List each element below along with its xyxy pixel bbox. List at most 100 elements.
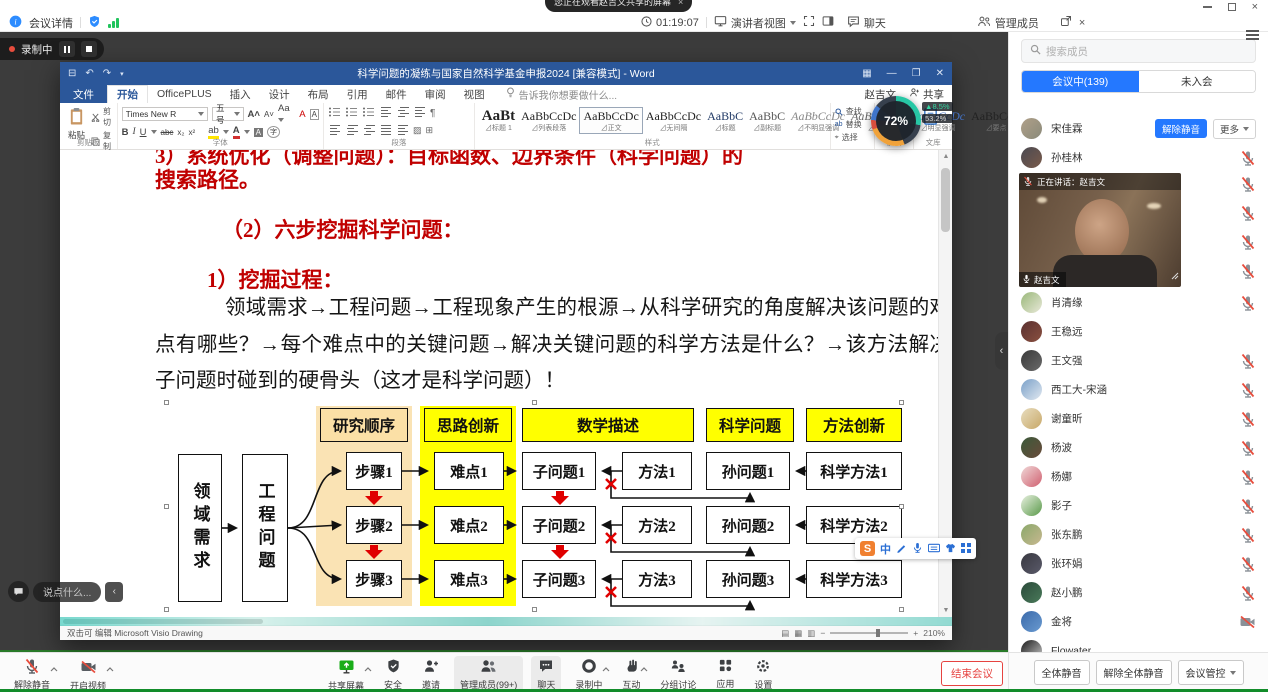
mic-muted-icon[interactable] <box>1240 585 1256 601</box>
style-正文[interactable]: AaBbCcDc⊿正文 <box>579 107 642 134</box>
tell-me-box[interactable]: 告诉我你想要做什么... <box>506 87 617 102</box>
qat-dropdown-icon[interactable]: ▾ <box>120 70 124 78</box>
subscript-button[interactable]: x₂ <box>177 128 184 137</box>
mic-muted-icon[interactable] <box>1240 556 1256 572</box>
read-mode-icon[interactable]: ▤ <box>781 628 789 639</box>
toolbox-icon[interactable] <box>961 540 971 558</box>
member-row[interactable]: 金将 <box>1009 607 1268 636</box>
redo-icon[interactable]: ↷ <box>103 68 111 79</box>
selection-handle[interactable] <box>164 400 169 405</box>
toolbar-breakout-button[interactable]: 分组讨论 <box>654 656 702 692</box>
shrink-font-button[interactable]: A˅ <box>264 110 274 119</box>
member-row[interactable]: 孙桂林 <box>1009 143 1268 172</box>
cut-button[interactable]: 剪切 <box>91 106 113 128</box>
zoom-out-button[interactable]: − <box>820 628 825 638</box>
style-列表段落[interactable]: AaBbCcDc⊿列表段落 <box>518 108 579 133</box>
ribbon-options-icon[interactable]: ▦ <box>862 68 871 79</box>
zoom-in-button[interactable]: + <box>913 628 918 638</box>
mic-muted-icon[interactable] <box>1240 353 1256 369</box>
superscript-button[interactable]: x² <box>189 128 196 137</box>
replace-button[interactable]: ab替换 <box>835 119 862 130</box>
scroll-up-icon[interactable]: ▲ <box>939 150 952 163</box>
selection-handle[interactable] <box>532 400 537 405</box>
align-right-icon[interactable] <box>362 124 375 138</box>
visio-diagram[interactable]: 研究顺序思路创新数学描述科学问题方法创新领域需求工程问题步骤1难点1子问题1方法… <box>164 400 904 612</box>
member-row[interactable]: 杨娜 <box>1009 462 1268 491</box>
member-search-input[interactable]: 搜索成员 <box>1021 39 1256 63</box>
end-meeting-button[interactable]: 结束会议 <box>941 661 1003 686</box>
sort-icon[interactable] <box>413 106 426 120</box>
toolbar-apps-button[interactable]: 应用 <box>710 656 740 692</box>
select-button[interactable]: ⌖选择 <box>835 132 862 143</box>
caret-up-icon[interactable] <box>602 664 610 674</box>
member-row[interactable]: 谢童昕 <box>1009 404 1268 433</box>
member-row[interactable]: 杨波 <box>1009 433 1268 462</box>
grow-font-button[interactable]: A˄ <box>248 109 260 120</box>
shading-icon[interactable]: ▨ <box>413 125 422 136</box>
line-spacing-icon[interactable] <box>396 124 409 138</box>
toolbar-shield-button[interactable]: 安全 <box>378 656 408 692</box>
word-tab-插入[interactable]: 插入 <box>221 85 260 103</box>
caret-up-icon[interactable] <box>106 664 114 674</box>
stop-recording-button[interactable] <box>81 41 97 57</box>
member-row[interactable]: Flowater <box>1009 636 1268 652</box>
word-tab-邮件[interactable]: 邮件 <box>377 85 416 103</box>
print-layout-icon[interactable]: ▦ <box>794 628 802 639</box>
member-row-hovered[interactable]: 宋佳霖解除静音更多 <box>1009 114 1268 143</box>
word-tab-审阅[interactable]: 审阅 <box>416 85 455 103</box>
selection-handle[interactable] <box>532 607 537 612</box>
toolbar-gear-button[interactable]: 设置 <box>748 656 778 692</box>
word-minimize-button[interactable]: — <box>887 68 897 79</box>
mic-muted-icon[interactable] <box>1240 382 1256 398</box>
voice-input-icon[interactable] <box>912 540 923 558</box>
fullscreen-icon[interactable] <box>803 15 815 30</box>
close-button[interactable]: × <box>1252 2 1258 12</box>
find-button[interactable]: 查找 <box>835 106 862 117</box>
speaker-video-tile[interactable]: 正在讲话：赵吉文 赵吉文 <box>1019 173 1181 287</box>
keyboard-icon[interactable] <box>928 540 940 558</box>
hscrollbar-thumb[interactable] <box>63 619 263 624</box>
menu-hamburger-icon[interactable] <box>1246 30 1259 40</box>
mic-muted-icon[interactable] <box>1240 411 1256 427</box>
bold-button[interactable]: B <box>122 127 129 138</box>
tile-resize-handle[interactable] <box>1171 267 1179 285</box>
mic-muted-icon[interactable] <box>1240 295 1256 311</box>
sogou-logo-icon[interactable]: S <box>860 541 875 556</box>
pause-recording-button[interactable] <box>59 41 75 57</box>
caret-up-icon[interactable] <box>640 664 648 674</box>
mic-muted-icon[interactable] <box>1240 527 1256 543</box>
selection-handle[interactable] <box>899 400 904 405</box>
selection-handle[interactable] <box>164 607 169 612</box>
word-close-button[interactable]: ✕ <box>936 68 944 79</box>
collapse-chat-icon[interactable]: ‹ <box>105 582 123 602</box>
align-center-icon[interactable] <box>345 124 358 138</box>
meeting-details-label[interactable]: 会议详情 <box>29 15 73 31</box>
skin-icon[interactable] <box>945 540 956 558</box>
style-无间隔[interactable]: AaBbCcDc⊿无间隔 <box>643 108 704 133</box>
tab-in-meeting[interactable]: 会议中(139) <box>1022 71 1139 92</box>
security-shield-icon[interactable] <box>88 15 101 31</box>
view-mode-dropdown[interactable]: 演讲者视图 <box>714 15 796 31</box>
undo-icon[interactable]: ↶ <box>85 68 93 79</box>
mute-all-button[interactable]: 全体静音 <box>1034 660 1090 685</box>
maximize-button[interactable] <box>1228 3 1236 11</box>
borders-icon[interactable]: ⊞ <box>425 125 433 136</box>
chat-bubble-icon[interactable] <box>8 581 29 602</box>
member-row[interactable]: 肖清缘 <box>1009 288 1268 317</box>
style-标题[interactable]: AaBbC⊿标题 <box>704 108 746 133</box>
chat-tab[interactable]: 聊天 <box>847 15 886 31</box>
font-size-select[interactable]: 五号 <box>212 107 244 121</box>
mic-muted-icon[interactable] <box>1240 498 1256 514</box>
close-panel-icon[interactable]: × <box>1079 17 1085 29</box>
web-layout-icon[interactable]: ▥ <box>807 628 815 639</box>
clear-format-icon[interactable]: A <box>299 109 305 120</box>
doc-horizontal-scrollbar[interactable] <box>60 617 952 625</box>
caret-up-icon[interactable] <box>364 664 372 674</box>
multilevel-icon[interactable] <box>362 106 375 120</box>
word-tab-设计[interactable]: 设计 <box>260 85 299 103</box>
toolbar-members-button[interactable]: 管理成员(99+) <box>454 656 523 692</box>
word-tab-开始[interactable]: 开始 <box>107 85 148 103</box>
mic-muted-icon[interactable] <box>1240 176 1256 197</box>
language-mode-icon[interactable]: 中 <box>880 541 891 557</box>
indent-increase-icon[interactable] <box>396 106 409 120</box>
